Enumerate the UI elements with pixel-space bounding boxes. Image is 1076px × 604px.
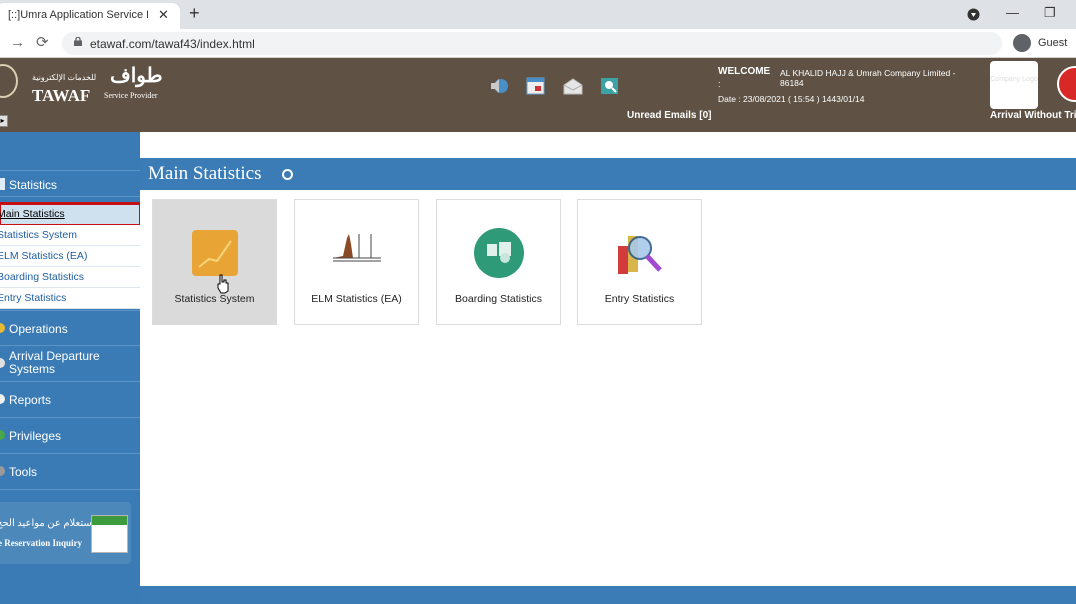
logo-english: TAWAF [32, 86, 91, 105]
sidebar-item-label: Tools [9, 465, 38, 479]
logo-arabic-small: للخدمات الإلكترونية [32, 73, 97, 82]
subitem-label: Entry Statistics [0, 292, 67, 304]
profile-icon[interactable] [1013, 34, 1031, 52]
statistics-icon [0, 178, 5, 190]
tile-label: ELM Statistics (EA) [311, 293, 402, 305]
chart-up-icon [192, 230, 238, 276]
address-bar: → ⟳ etawaf.com/tawaf43/index.html [0, 29, 1076, 58]
new-tab-icon[interactable]: + [189, 3, 200, 24]
subitem-label: Main Statistics [0, 208, 65, 220]
sidebar-subitem-boarding-statistics[interactable]: Boarding Statistics [0, 267, 140, 288]
subitem-label: Statistics System [0, 229, 77, 241]
reservation-english: e Reservation Inquiry [0, 538, 82, 548]
restore-icon[interactable]: ❐ [1044, 5, 1056, 21]
sidebar-subitem-entry-statistics[interactable]: Entry Statistics [0, 288, 140, 309]
close-icon[interactable]: ✕ [158, 7, 169, 23]
sidebar-item-arrival-departure[interactable]: Arrival Departure Systems [0, 346, 140, 382]
tile-statistics-system[interactable]: Statistics System [152, 199, 277, 325]
browser-tabbar: [::]Umra Application Service Prov ✕ + — … [0, 0, 1076, 29]
sidebar-subitem-elm-statistics[interactable]: ELM Statistics (EA) [0, 246, 140, 267]
url-field[interactable]: etawaf.com/tawaf43/index.html [62, 32, 1002, 55]
operations-icon [0, 323, 5, 333]
reservation-inquiry-banner[interactable]: إستعلام عن مواعيد الحج e Reservation Inq… [0, 502, 131, 564]
tile-label: Statistics System [174, 293, 255, 305]
footer-bar [140, 586, 1076, 604]
sidebar-item-label: Reports [9, 393, 52, 407]
tawaf-logo-icon [0, 64, 18, 98]
unread-emails-link[interactable]: Unread Emails [0] [627, 110, 711, 121]
main-header: Main Statistics [140, 158, 1076, 190]
calendar-icon [91, 515, 128, 553]
welcome-colon: : [718, 79, 721, 89]
reports-icon [0, 394, 5, 404]
sidebar-item-operations[interactable]: Operations [0, 310, 140, 346]
sidebar-item-label: Statistics [9, 178, 58, 192]
calendar-icon[interactable] [526, 77, 546, 95]
sidebar-subitem-statistics-system[interactable]: Statistics System [0, 225, 140, 246]
sidebar-item-privileges[interactable]: Privileges [0, 418, 140, 454]
sidebar: Statistics Main Statistics Statistics Sy… [0, 132, 142, 604]
subitem-label: ELM Statistics (EA) [0, 250, 88, 262]
sidebar-item-reports[interactable]: Reports [0, 382, 140, 418]
subitem-label: Boarding Statistics [0, 271, 84, 283]
forward-icon[interactable]: → [10, 34, 25, 51]
tile-entry-statistics[interactable]: Entry Statistics [577, 199, 702, 325]
speaker-icon[interactable] [489, 77, 509, 95]
app-header: للخدمات الإلكترونية طواف TAWAF Service P… [0, 58, 1076, 132]
tile-label: Boarding Statistics [455, 293, 542, 305]
privileges-icon [0, 430, 5, 440]
extension-icon[interactable] [967, 8, 980, 21]
magnifier-chart-icon [618, 236, 662, 274]
distribution-chart-icon [333, 234, 381, 262]
arrival-without-trip-link[interactable]: Arrival Without Tri [990, 110, 1076, 121]
sidebar-subitem-main-statistics[interactable]: Main Statistics [0, 202, 142, 227]
browser-tab[interactable]: [::]Umra Application Service Prov ✕ [0, 3, 180, 29]
company-name: AL KHALID HAJJ & Umrah Company Limited -… [780, 68, 956, 88]
hand-cursor-icon [217, 274, 229, 294]
mail-icon[interactable] [563, 77, 583, 95]
boarding-icon [474, 228, 524, 278]
guest-label[interactable]: Guest [1038, 37, 1067, 49]
logo-subtitle: Service Provider [104, 91, 158, 100]
tools-icon [0, 466, 5, 476]
sidebar-item-label: Arrival Departure Systems [9, 349, 100, 376]
company-logo: Company Logo [990, 61, 1038, 109]
power-icon[interactable] [1057, 66, 1076, 102]
sidebar-item-label: Operations [9, 322, 68, 336]
sidebar-item-label: Privileges [9, 429, 62, 443]
tile-label: Entry Statistics [604, 293, 675, 305]
welcome-label: WELCOME [718, 66, 771, 77]
search-document-icon[interactable] [600, 77, 620, 95]
sidebar-item-statistics[interactable]: Statistics [0, 170, 140, 197]
refresh-icon[interactable] [282, 169, 293, 180]
tile-elm-statistics[interactable]: ELM Statistics (EA) [294, 199, 419, 325]
collapse-toggle[interactable]: ▸ [0, 115, 8, 127]
lock-icon [74, 37, 82, 46]
reservation-arabic: إستعلام عن مواعيد الحج [0, 518, 95, 529]
tile-boarding-statistics[interactable]: Boarding Statistics [436, 199, 561, 325]
reload-icon[interactable]: ⟳ [36, 33, 49, 51]
minimize-icon[interactable]: — [1006, 5, 1019, 20]
logo-arabic: طواف [110, 63, 163, 87]
url-text: etawaf.com/tawaf43/index.html [90, 37, 255, 51]
tab-title: [::]Umra Application Service Prov [8, 9, 148, 21]
page-title: Main Statistics [148, 163, 262, 184]
arrival-icon [0, 358, 5, 368]
date-label: Date : 23/08/2021 ( 15:54 ) 1443/01/14 [718, 94, 865, 104]
top-strip [140, 132, 1076, 158]
sidebar-item-tools[interactable]: Tools [0, 454, 140, 490]
